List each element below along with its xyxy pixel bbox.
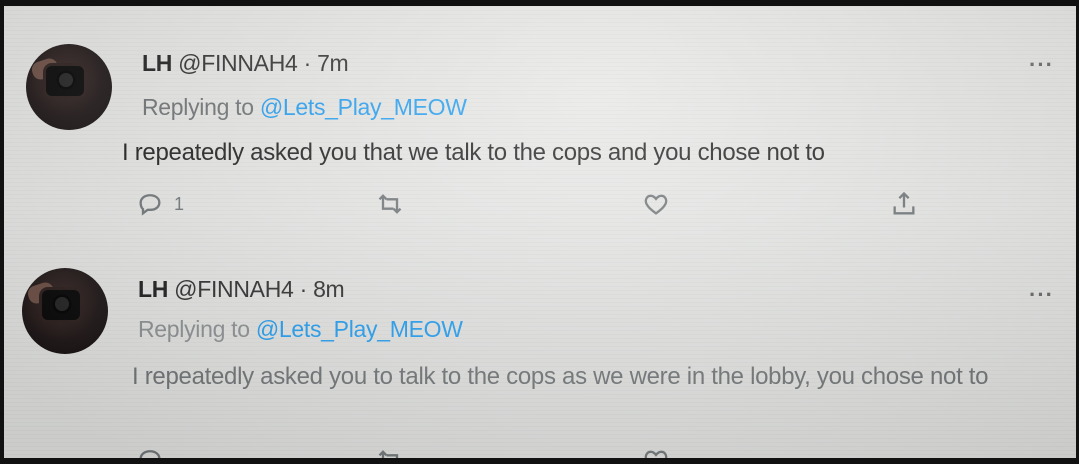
like-button[interactable] [642, 190, 670, 218]
replying-prefix: Replying to [142, 94, 260, 120]
retweet-button[interactable] [376, 190, 404, 218]
reply-icon [139, 450, 161, 458]
avatar-lens [56, 70, 76, 90]
like-icon [644, 194, 668, 215]
tweet-text: I repeatedly asked you that we talk to t… [122, 139, 825, 166]
mention-link[interactable]: @Lets_Play_MEOW [256, 316, 463, 342]
user-handle[interactable]: @FINNAH4 [178, 50, 298, 76]
replying-to: Replying to @Lets_Play_MEOW [142, 94, 467, 121]
tweet-header: LH @FINNAH4 · 7m [142, 50, 349, 77]
share-button[interactable] [890, 190, 918, 218]
tweet-actions: 1 [4, 190, 1076, 230]
timestamp[interactable]: 7m [317, 50, 349, 76]
avatar-lens [52, 294, 72, 314]
user-handle[interactable]: @FINNAH4 [174, 276, 294, 302]
mention-link[interactable]: @Lets_Play_MEOW [260, 94, 467, 120]
tweet-header: LH @FINNAH4 · 8m [138, 276, 345, 303]
tweet[interactable]: LH @FINNAH4 · 7m ··· Replying to @Lets_P… [4, 6, 1076, 246]
reply-button[interactable] [136, 446, 164, 458]
replying-to: Replying to @Lets_Play_MEOW [138, 316, 463, 343]
retweet-icon [378, 450, 399, 458]
reply-button[interactable]: 1 [136, 190, 184, 218]
reply-count: 1 [174, 193, 185, 214]
avatar[interactable] [26, 44, 112, 130]
screen-photo: LH @FINNAH4 · 7m ··· Replying to @Lets_P… [4, 6, 1076, 458]
replying-prefix: Replying to [138, 316, 256, 342]
tweet-text: I repeatedly asked you to talk to the co… [132, 363, 989, 390]
display-name[interactable]: LH [138, 276, 168, 302]
like-button[interactable] [642, 446, 670, 458]
separator: · [293, 276, 314, 302]
avatar[interactable] [22, 268, 108, 354]
tweet-actions [4, 444, 1076, 458]
display-name[interactable]: LH [142, 50, 172, 76]
tweet[interactable]: LH @FINNAH4 · 8m ··· Replying to @Lets_P… [4, 246, 1076, 458]
share-icon [893, 191, 915, 215]
reply-icon [139, 194, 161, 216]
separator: · [297, 50, 318, 76]
retweet-button[interactable] [376, 446, 404, 458]
like-icon [644, 450, 668, 458]
timestamp[interactable]: 8m [313, 276, 345, 302]
retweet-icon [378, 194, 402, 214]
more-icon[interactable]: ··· [1029, 52, 1054, 78]
more-icon[interactable]: ··· [1029, 282, 1054, 308]
